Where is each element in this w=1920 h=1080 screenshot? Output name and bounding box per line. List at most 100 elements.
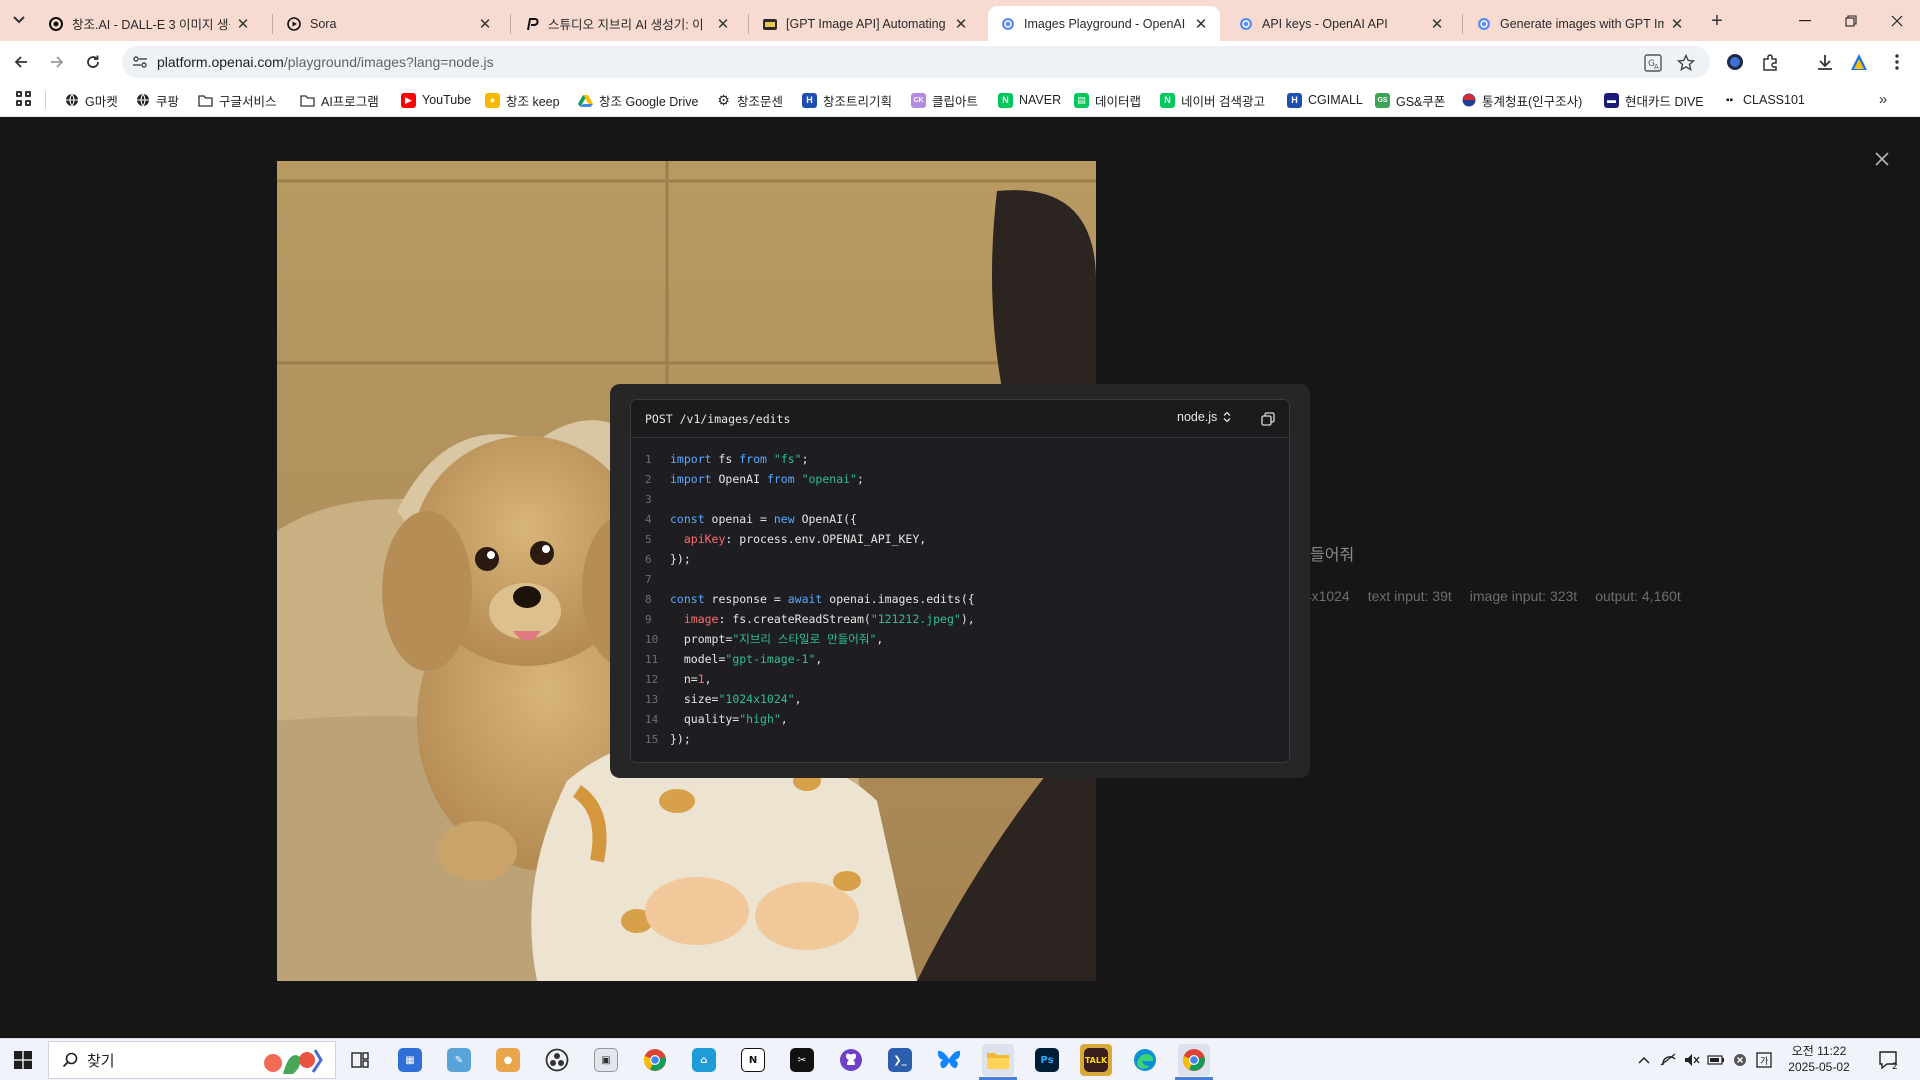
tab-images-playground[interactable]: Images Playground - OpenAI ✕ — [988, 6, 1220, 41]
kakaotalk-icon[interactable]: TALK — [1080, 1044, 1112, 1076]
forward-button[interactable] — [42, 47, 72, 77]
copy-icon[interactable] — [1259, 410, 1277, 428]
task-view-icon[interactable] — [344, 1044, 376, 1076]
language-selector[interactable]: node.js — [1177, 410, 1231, 424]
code-header: POST /v1/images/edits node.js — [631, 400, 1289, 438]
show-hidden-icons[interactable] — [1634, 1051, 1654, 1069]
photos-icon[interactable]: ▣ — [590, 1044, 622, 1076]
bookmark-class101[interactable]: ▪▪ CLASS101 — [1722, 91, 1805, 109]
bookmark-gs-coupon[interactable]: GS GS&쿠폰 — [1375, 91, 1445, 109]
download-icon[interactable] — [1812, 49, 1838, 75]
code-token: from — [739, 452, 767, 466]
close-tab-icon[interactable]: ✕ — [1428, 15, 1446, 33]
close-tab-icon[interactable]: ✕ — [476, 15, 494, 33]
ck-icon: CK — [911, 92, 926, 108]
bookmark-star-icon[interactable] — [1675, 52, 1697, 74]
bookmark-hyundai-card[interactable]: ▬ 현대카드 DIVE — [1604, 91, 1704, 109]
minimize-button[interactable] — [1782, 0, 1828, 41]
bookmark-google-drive[interactable]: 창조 Google Drive — [578, 91, 698, 109]
close-tab-icon[interactable]: ✕ — [1668, 15, 1686, 33]
bookmark-clipart[interactable]: CK 클립아트 — [911, 91, 978, 109]
edge-icon[interactable] — [1129, 1044, 1161, 1076]
github-icon[interactable] — [835, 1044, 867, 1076]
close-icon[interactable] — [1870, 147, 1894, 171]
chevron-down-icon — [13, 16, 25, 24]
error-status-icon[interactable] — [1730, 1051, 1750, 1069]
bookmark-cgimall[interactable]: H CGIMALL — [1287, 91, 1363, 109]
close-window-button[interactable] — [1874, 0, 1920, 41]
tab-generate-images[interactable]: Generate images with GPT Im ✕ — [1464, 6, 1696, 41]
tab-ghibli-generator[interactable]: 스튜디오 지브리 AI 생성기: 이 ✕ — [512, 6, 742, 41]
puzzle-icon[interactable] — [1758, 49, 1784, 75]
new-tab-button[interactable]: + — [1703, 8, 1731, 34]
chrome-active-icon[interactable] — [1178, 1044, 1210, 1076]
paint-icon[interactable]: ● — [492, 1044, 524, 1076]
code-line: 4 const openai = new OpenAI({ — [631, 509, 1289, 529]
bookmark-coupang[interactable]: 쿠팡 — [135, 91, 179, 109]
bookmark-statistics[interactable]: 통계청표(인구조사) — [1461, 91, 1582, 109]
notion-icon[interactable]: N — [737, 1044, 769, 1076]
windows-start-icon[interactable] — [8, 1047, 38, 1073]
bookmark-google-services[interactable]: 구글서비스 — [198, 91, 277, 109]
tab-gpt-image-api[interactable]: [GPT Image API] Automating ✕ — [750, 6, 980, 41]
close-tab-icon[interactable]: ✕ — [952, 15, 970, 33]
taskbar-search[interactable]: 찾기 — [48, 1041, 336, 1079]
notepad-icon[interactable]: ✎ — [443, 1044, 475, 1076]
site-info-icon[interactable] — [130, 52, 150, 72]
bluesky-icon[interactable] — [933, 1044, 965, 1076]
tab-api-keys[interactable]: API keys - OpenAI API ✕ — [1226, 6, 1456, 41]
close-tab-icon[interactable]: ✕ — [1192, 15, 1210, 33]
powershell-icon[interactable]: ❯_ — [884, 1044, 916, 1076]
tab-changjo-dalle[interactable]: 창조.AI - DALL-E 3 이미지 생성 ✕ — [36, 6, 262, 41]
bookmark-changjo-tree[interactable]: H 창조트리기획 — [802, 91, 892, 109]
arrow-left-icon — [14, 56, 27, 68]
translate-icon[interactable]: GA — [1642, 52, 1664, 74]
address-bar[interactable]: platform.openai.com/playground/images?la… — [122, 46, 1710, 78]
bookmark-keep[interactable]: ● 창조 keep — [485, 91, 560, 109]
bookmark-munsen[interactable]: ⚙ 창조문센 — [716, 91, 783, 109]
photoshop-icon[interactable]: Ps — [1031, 1044, 1063, 1076]
more-bookmarks-icon[interactable]: » — [1873, 91, 1893, 109]
close-tab-icon[interactable]: ✕ — [234, 15, 252, 33]
extension-icon[interactable] — [1722, 49, 1748, 75]
code-text: }); — [661, 552, 691, 566]
apps-grid-icon[interactable] — [16, 91, 34, 109]
globe-icon — [135, 93, 150, 108]
bookmark-youtube[interactable]: ▶ YouTube — [401, 91, 471, 109]
reload-button[interactable] — [78, 47, 108, 77]
ime-korean-icon[interactable]: 가 — [1754, 1051, 1774, 1069]
url-text: platform.openai.com/playground/images?la… — [157, 54, 494, 70]
profile-avatar[interactable] — [1846, 49, 1872, 75]
calculator-icon[interactable]: ▦ — [394, 1044, 426, 1076]
restore-button[interactable] — [1828, 0, 1874, 41]
tab-sora[interactable]: Sora ✕ — [274, 6, 504, 41]
bookmark-label: 데이터랩 — [1095, 94, 1142, 109]
volume-muted-icon[interactable] — [1682, 1051, 1702, 1069]
code-line: 15}); — [631, 729, 1289, 749]
capcut-icon[interactable]: ✂ — [786, 1044, 818, 1076]
store-icon[interactable]: ⌂ — [688, 1044, 720, 1076]
tab-search-button[interactable] — [6, 8, 32, 32]
bookmark-naver[interactable]: N NAVER — [998, 91, 1061, 109]
file-explorer-icon[interactable] — [982, 1044, 1014, 1076]
code-text: import OpenAI from "openai"; — [661, 472, 864, 486]
chrome-icon[interactable] — [639, 1044, 671, 1076]
network-icon[interactable] — [1658, 1051, 1678, 1069]
code-token: "gpt-image-1" — [725, 652, 816, 666]
back-button[interactable] — [6, 47, 36, 77]
clock-time: 오전 11:22 — [1791, 1044, 1847, 1058]
bookmark-naver-ads[interactable]: N 네이버 검색광고 — [1160, 91, 1265, 109]
bookmark-label: 구글서비스 — [219, 94, 277, 109]
code-line: 13 size="1024x1024", — [631, 689, 1289, 709]
bookmark-gmarket[interactable]: G마켓 — [64, 91, 118, 109]
battery-icon[interactable] — [1706, 1051, 1726, 1069]
menu-kebab-icon[interactable] — [1884, 49, 1910, 75]
notification-center-icon[interactable]: 2 — [1878, 1049, 1900, 1072]
bookmark-datalab[interactable]: ▤ 데이터랩 — [1074, 91, 1141, 109]
close-tab-icon[interactable]: ✕ — [714, 15, 732, 33]
code-line: 7 — [631, 569, 1289, 589]
bookmark-ai-programs[interactable]: AI프로그램 — [300, 91, 379, 109]
obs-icon[interactable] — [541, 1044, 573, 1076]
system-clock[interactable]: 오전 11:22 2025-05-02 — [1784, 1043, 1854, 1075]
tab-title: API keys - OpenAI API — [1262, 16, 1388, 31]
